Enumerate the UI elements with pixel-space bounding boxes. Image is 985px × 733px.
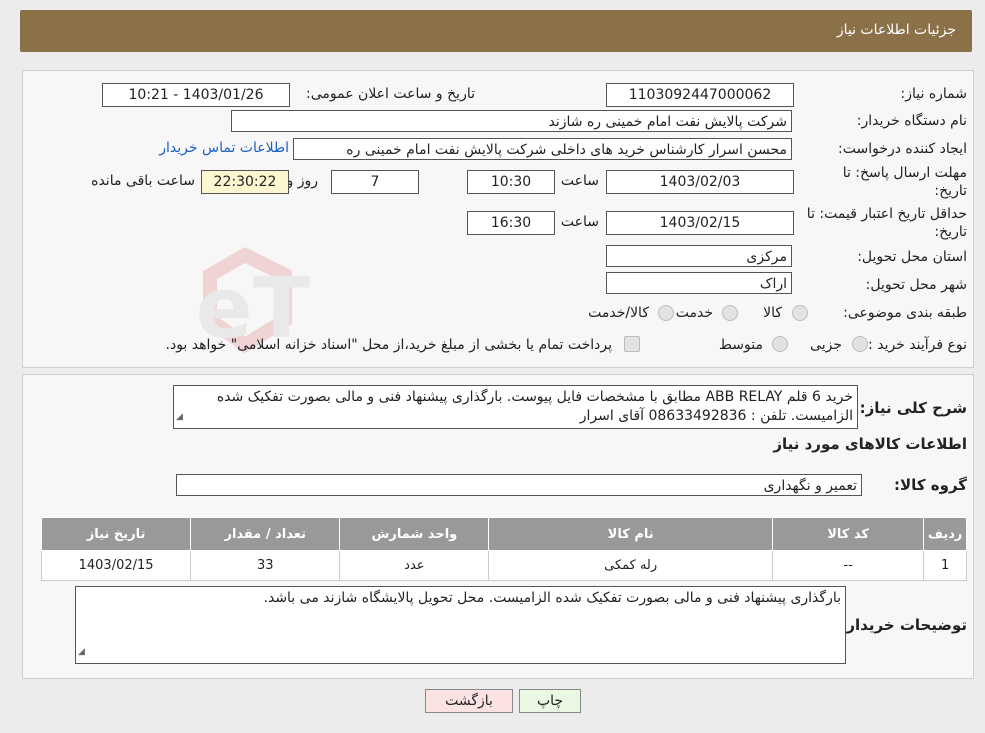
cell-quantity: 33 bbox=[190, 550, 341, 581]
validity-label: حداقل تاریخ اعتبار قیمت: تا bbox=[806, 206, 967, 222]
validity-date-field: 1403/02/15 bbox=[606, 211, 794, 235]
deadline-label: مهلت ارسال پاسخ: تا bbox=[842, 165, 967, 181]
city-label: شهر محل تحویل: bbox=[865, 277, 967, 293]
col-header-quantity: تعداد / مقدار bbox=[190, 517, 341, 551]
buyer-contact-link[interactable]: اطلاعات تماس خریدار bbox=[159, 140, 289, 156]
deadline-time-field: 10:30 bbox=[467, 170, 555, 194]
need-number-field: 1103092447000062 bbox=[606, 83, 794, 107]
remaining-time-field: 22:30:22 bbox=[201, 170, 289, 194]
buyer-org-label: نام دستگاه خریدار: bbox=[856, 113, 967, 129]
process-label: نوع فرآیند خرید : bbox=[868, 337, 967, 353]
remaining-label: ساعت باقی مانده bbox=[91, 173, 195, 189]
cell-name: رله کمکی bbox=[488, 550, 773, 581]
process-medium-radio[interactable] bbox=[772, 336, 788, 352]
creator-field: محسن اسرار کارشناس خرید های داخلی شرکت پ… bbox=[293, 138, 792, 160]
buyer-notes-text: بارگذاری پیشنهاد فنی و مالی بصورت تفکیک … bbox=[263, 590, 841, 606]
col-header-name: نام کالا bbox=[488, 517, 773, 551]
process-minor-label: جزیی bbox=[810, 337, 842, 353]
cell-date: 1403/02/15 bbox=[40, 550, 192, 581]
summary-label: شرح کلی نیاز: bbox=[859, 399, 967, 417]
days-field: 7 bbox=[331, 170, 419, 194]
announce-label: تاریخ و ساعت اعلان عمومی: bbox=[306, 86, 475, 102]
city-field: اراک bbox=[606, 272, 792, 294]
page-header: جزئیات اطلاعات نیاز bbox=[20, 10, 972, 52]
process-medium-label: متوسط bbox=[719, 337, 763, 353]
col-header-unit: واحد شمارش bbox=[339, 517, 490, 551]
validity-time-field: 16:30 bbox=[467, 211, 555, 235]
table-header-row: ردیف کد کالا نام کالا واحد شمارش تعداد /… bbox=[40, 517, 967, 551]
category-label: طبقه بندی موضوعی: bbox=[843, 305, 967, 321]
col-header-code: کد کالا bbox=[771, 517, 925, 551]
category-goods-service-label: کالا/خدمت bbox=[588, 305, 649, 321]
province-field: مرکزی bbox=[606, 245, 792, 267]
cell-code: -- bbox=[771, 550, 925, 581]
process-treasury-checkbox[interactable] bbox=[624, 336, 640, 352]
buyer-org-field: شرکت پالایش نفت امام خمینی ره شازند bbox=[231, 110, 792, 132]
back-button[interactable]: بازگشت bbox=[425, 689, 513, 713]
resize-grip-icon[interactable]: ◢ bbox=[176, 408, 183, 427]
cell-unit: عدد bbox=[339, 550, 490, 581]
announce-field: 1403/01/26 - 10:21 bbox=[102, 83, 290, 107]
validity-label-date: تاریخ: bbox=[934, 224, 967, 240]
days-label: روز و bbox=[286, 173, 319, 189]
category-goods-radio[interactable] bbox=[792, 305, 808, 321]
goods-group-label: گروه کالا: bbox=[894, 476, 967, 494]
category-service-radio[interactable] bbox=[722, 305, 738, 321]
col-header-date: تاریخ نیاز bbox=[40, 517, 192, 551]
validity-time-label: ساعت bbox=[560, 214, 599, 230]
category-goods-label: کالا bbox=[763, 305, 782, 321]
deadline-time-label: ساعت bbox=[560, 173, 599, 189]
deadline-date-field: 1403/02/03 bbox=[606, 170, 794, 194]
resize-grip-icon[interactable]: ◢ bbox=[78, 643, 85, 662]
summary-textarea[interactable]: خرید 6 قلم ABB RELAY مطابق با مشخصات فای… bbox=[173, 385, 858, 429]
col-header-row-number: ردیف bbox=[923, 517, 967, 551]
category-goods-service-radio[interactable] bbox=[658, 305, 674, 321]
goods-group-field: تعمیر و نگهداری bbox=[176, 474, 862, 496]
process-minor-radio[interactable] bbox=[852, 336, 868, 352]
buyer-notes-label: توضیحات خریدار: bbox=[840, 616, 967, 634]
summary-text: خرید 6 قلم ABB RELAY مطابق با مشخصات فای… bbox=[216, 389, 853, 424]
province-label: استان محل تحویل: bbox=[857, 249, 967, 265]
process-note: پرداخت تمام یا بخشی از مبلغ خرید،از محل … bbox=[165, 337, 612, 353]
buyer-notes-textarea[interactable]: بارگذاری پیشنهاد فنی و مالی بصورت تفکیک … bbox=[75, 586, 846, 664]
cell-row-number: 1 bbox=[923, 550, 967, 581]
need-number-label: شماره نیاز: bbox=[900, 86, 968, 102]
print-button[interactable]: چاپ bbox=[519, 689, 581, 713]
creator-label: ایجاد کننده درخواست: bbox=[838, 141, 967, 157]
page-title: جزئیات اطلاعات نیاز bbox=[836, 22, 956, 38]
table-row: 1 -- رله کمکی عدد 33 1403/02/15 bbox=[40, 550, 967, 581]
deadline-label-date: تاریخ: bbox=[934, 183, 967, 199]
items-heading: اطلاعات کالاهای مورد نیاز bbox=[773, 435, 967, 453]
items-table: ردیف کد کالا نام کالا واحد شمارش تعداد /… bbox=[40, 517, 967, 581]
category-service-label: خدمت bbox=[675, 305, 713, 321]
